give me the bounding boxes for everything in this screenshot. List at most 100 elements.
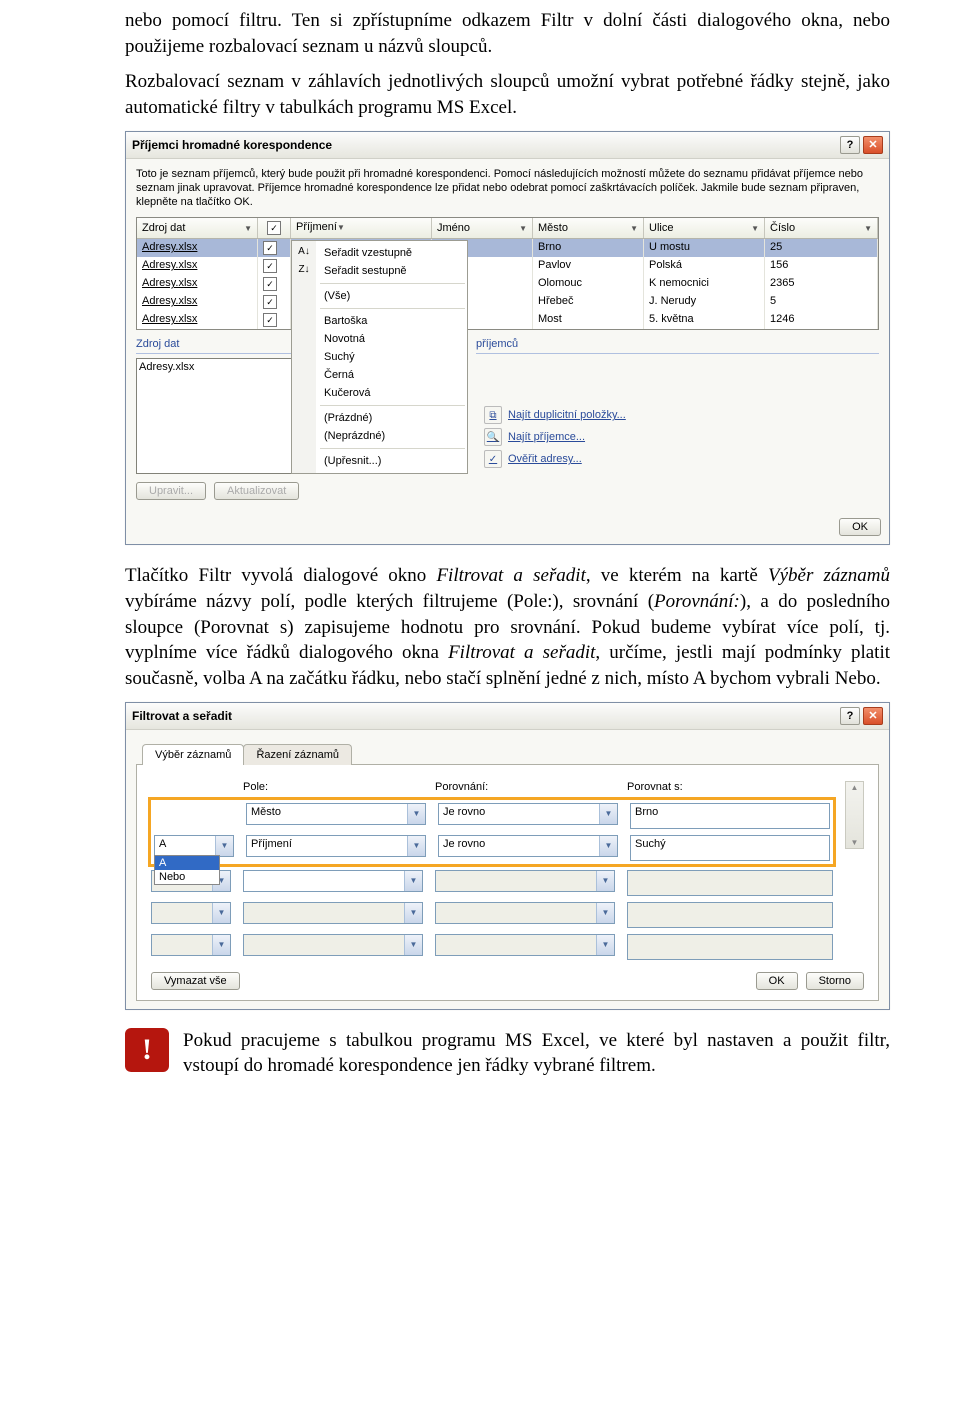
dropdown-option[interactable]: Nebo — [155, 870, 219, 884]
field-combo: ▼ — [243, 902, 423, 924]
column-filter-menu: A↓Seřadit vzestupně Z↓Seřadit sestupně (… — [291, 240, 468, 474]
chevron-down-icon: ▼ — [596, 935, 614, 955]
compare-value-input — [627, 902, 833, 928]
compare-value-input — [627, 870, 833, 896]
chevron-down-icon: ▼ — [599, 804, 617, 824]
menu-sort-desc[interactable]: Z↓Seřadit sestupně — [292, 262, 467, 280]
menu-nonblank[interactable]: (Neprázdné) — [292, 427, 467, 445]
comparison-combo: ▼ — [435, 870, 615, 892]
field-combo[interactable]: ▼ — [243, 870, 423, 892]
intro-p1: nebo pomocí filtru. Ten si zpřístupníme … — [125, 8, 890, 59]
titlebar: Příjemci hromadné korespondence ? ✕ — [126, 132, 889, 159]
close-button[interactable]: ✕ — [863, 136, 883, 154]
ok-button[interactable]: OK — [756, 972, 798, 990]
chevron-down-icon: ▼ — [630, 224, 638, 233]
chevron-down-icon: ▼ — [404, 903, 422, 923]
tab-select-records[interactable]: Výběr záznamů — [142, 744, 244, 765]
mid-paragraph: Tlačítko Filtr vyvolá dialogové okno Fil… — [125, 563, 890, 691]
chevron-down-icon: ▼ — [212, 903, 230, 923]
chevron-down-icon: ▼ — [212, 935, 230, 955]
ok-button[interactable]: OK — [839, 518, 881, 536]
help-button[interactable]: ? — [840, 707, 860, 725]
chevron-down-icon: ▼ — [596, 871, 614, 891]
column-surname[interactable]: Příjmení▼ A↓Seřadit vzestupně Z↓Seřadit … — [291, 218, 432, 238]
menu-advanced[interactable]: (Upřesnit...) — [292, 452, 467, 470]
column-number[interactable]: Číslo▼ — [765, 218, 878, 238]
chevron-down-icon: ▼ — [244, 224, 252, 233]
compare-value-input — [627, 934, 833, 960]
table-row[interactable]: Adresy.xlsx✓Most5. května1246 — [137, 311, 878, 329]
duplicates-icon: ⧉ — [484, 406, 502, 424]
intro-p2: Rozbalovací seznam v záhlavích jednotliv… — [125, 69, 890, 120]
menu-value[interactable]: Suchý — [292, 348, 467, 366]
menu-value[interactable]: Černá — [292, 366, 467, 384]
column-street[interactable]: Ulice▼ — [644, 218, 765, 238]
table-row[interactable]: Adresy.xlsx✓BrnoU mostu25 — [137, 239, 878, 257]
label-compare-with: Porovnat s: — [627, 781, 833, 793]
column-source[interactable]: Zdroj dat▼ — [137, 218, 258, 238]
menu-blank[interactable]: (Prázdné) — [292, 409, 467, 427]
tab-sort-records[interactable]: Řazení záznamů — [243, 744, 352, 765]
chevron-down-icon: ▼ — [404, 935, 422, 955]
help-button[interactable]: ? — [840, 136, 860, 154]
dialog-recipients: Příjemci hromadné korespondence ? ✕ Toto… — [125, 131, 890, 546]
link-find[interactable]: 🔍Najít příjemce... — [484, 428, 879, 446]
lower-label-recipients: příjemců — [476, 338, 879, 350]
comparison-combo: ▼ — [435, 934, 615, 956]
cancel-button[interactable]: Storno — [806, 972, 864, 990]
menu-sort-asc[interactable]: A↓Seřadit vzestupně — [292, 244, 467, 262]
sort-asc-icon: A↓ — [296, 246, 312, 260]
field-combo[interactable]: Město▼ — [246, 803, 426, 825]
chevron-down-icon: ▼ — [864, 224, 872, 233]
and-or-combo: ▼ — [151, 902, 231, 924]
and-or-dropdown: A Nebo — [154, 855, 220, 885]
chevron-down-icon: ▼ — [751, 224, 759, 233]
table-row[interactable]: Adresy.xlsx✓PavlovPolská156 — [137, 257, 878, 275]
compare-value-input[interactable]: Suchý — [630, 835, 830, 861]
scrollbar[interactable]: ▲▼ — [845, 781, 864, 849]
dropdown-option[interactable]: A — [155, 856, 219, 870]
comparison-combo: ▼ — [435, 902, 615, 924]
menu-value[interactable]: Novotná — [292, 330, 467, 348]
comparison-combo[interactable]: Je rovno▼ — [438, 835, 618, 857]
chevron-down-icon: ▼ — [407, 836, 425, 856]
recipients-table: Zdroj dat▼ ✓ Příjmení▼ A↓Seřadit vzestup… — [136, 217, 879, 330]
chevron-down-icon: ▼ — [519, 224, 527, 233]
chevron-down-icon: ▼ — [599, 836, 617, 856]
column-check[interactable]: ✓ — [258, 218, 291, 238]
verify-icon: ✓ — [484, 450, 502, 468]
column-city[interactable]: Město▼ — [533, 218, 644, 238]
and-or-combo: ▼ — [151, 934, 231, 956]
dialog-title: Filtrovat a seřadit — [132, 709, 232, 723]
dialog-description: Toto je seznam příjemců, který bude použ… — [136, 167, 879, 210]
link-verify[interactable]: ✓Ověřit adresy... — [484, 450, 879, 468]
table-row[interactable]: Adresy.xlsx✓HřebečJ. Nerudy5 — [137, 293, 878, 311]
label-field: Pole: — [243, 781, 423, 793]
comparison-combo[interactable]: Je rovno▼ — [438, 803, 618, 825]
search-icon: 🔍 — [484, 428, 502, 446]
chevron-down-icon: ▼ — [404, 871, 422, 891]
field-combo: ▼ — [243, 934, 423, 956]
edit-button[interactable]: Upravit... — [136, 482, 206, 500]
compare-value-input[interactable]: Brno — [630, 803, 830, 829]
chevron-down-icon: ▼ — [407, 804, 425, 824]
chevron-down-icon: ▼ — [596, 903, 614, 923]
table-row[interactable]: Adresy.xlsx✓OlomoucK nemocnici2365 — [137, 275, 878, 293]
chevron-down-icon: ▼ — [337, 223, 345, 232]
menu-value[interactable]: Bartoška — [292, 312, 467, 330]
menu-value[interactable]: Kučerová — [292, 384, 467, 402]
dialog-filter-sort: Filtrovat a seřadit ? ✕ Výběr záznamů Řa… — [125, 702, 890, 1010]
dialog-title: Příjemci hromadné korespondence — [132, 138, 332, 152]
chevron-down-icon: ▼ — [215, 836, 233, 856]
and-or-combo[interactable]: A▼ — [154, 835, 234, 857]
refresh-button[interactable]: Aktualizovat — [214, 482, 299, 500]
menu-all[interactable]: (Vše) — [292, 287, 467, 305]
note-paragraph: Pokud pracujeme s tabulkou programu MS E… — [183, 1028, 890, 1079]
field-combo[interactable]: Příjmení▼ — [246, 835, 426, 857]
label-comparison: Porovnání: — [435, 781, 615, 793]
link-duplicates[interactable]: ⧉Najít duplicitní položky... — [484, 406, 879, 424]
titlebar: Filtrovat a seřadit ? ✕ — [126, 703, 889, 730]
column-name[interactable]: Jméno▼ — [432, 218, 533, 238]
clear-all-button[interactable]: Vymazat vše — [151, 972, 240, 990]
close-button[interactable]: ✕ — [863, 707, 883, 725]
